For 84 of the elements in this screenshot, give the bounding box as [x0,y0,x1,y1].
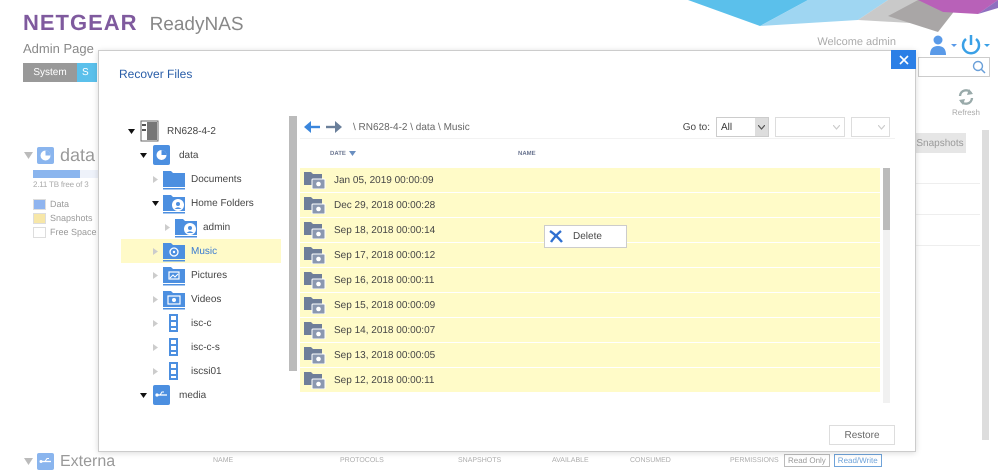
snapshot-row[interactable]: Sep 13, 2018 00:00:05 [300,343,880,368]
goto-dropdown[interactable]: All [716,117,769,137]
brand-logo: NETGEAR [23,10,138,36]
delete-menu-item[interactable]: Delete [545,230,602,243]
snapshot-folder-icon [304,246,326,264]
snapshot-row[interactable]: Jan 05, 2019 00:00:09 [300,168,880,193]
snapshot-folder-icon [304,296,326,314]
user-icon[interactable] [928,35,958,55]
legend-label: Snapshots [50,213,93,223]
tree-item[interactable]: isc-c-s [121,335,281,359]
tree-item[interactable]: admin [121,215,281,239]
snapshot-date: Sep 12, 2018 00:00:11 [334,374,434,386]
tree-item[interactable]: RN628-4-2 [121,119,281,143]
expander-icon[interactable] [128,128,135,134]
scrollbar[interactable] [982,130,989,440]
snapshot-row[interactable]: Sep 14, 2018 00:00:07 [300,318,880,343]
folder-icon [162,168,186,190]
tree-item[interactable]: Documents [121,167,281,191]
tree-item[interactable]: Music [121,239,281,263]
welcome-text: Welcome admin [817,36,896,48]
snapshot-row[interactable]: Sep 15, 2018 00:00:09 [300,293,880,318]
restore-button[interactable]: Restore [829,425,895,445]
close-icon [898,54,908,64]
forward-arrow-icon[interactable] [326,121,342,133]
snapshot-folder-icon [304,221,326,239]
close-button[interactable] [891,50,916,69]
back-arrow-icon[interactable] [304,121,320,133]
tree-item[interactable]: Videos [121,287,281,311]
legend-label: Data [50,199,70,209]
snapshot-row[interactable]: Sep 16, 2018 00:00:11 [300,268,880,293]
dropdown[interactable] [851,117,890,137]
snapshot-date: Sep 14, 2018 00:00:07 [334,324,436,336]
caret-icon [833,124,840,130]
picture-folder-icon [162,264,186,286]
power-icon[interactable] [960,34,990,56]
expander-icon[interactable] [152,200,159,206]
legend-label: Free Space [50,227,97,237]
snapshot-date: Sep 18, 2018 00:00:14 [334,224,436,236]
breadcrumb-path: \ RN628-4-2 \ data \ Music [353,122,470,132]
scrollbar[interactable] [883,168,890,403]
snapshot-date: Sep 13, 2018 00:00:05 [334,350,436,360]
product-name: ReadyNAS [150,14,244,36]
tree-item[interactable]: Home Folders [121,191,281,215]
dialog-title: Recover Files [119,67,192,81]
snapshot-folder-icon [304,171,326,189]
goto-label: Go to: [682,122,710,132]
refresh-icon[interactable] [956,88,975,106]
tree-item[interactable]: media [121,383,281,407]
user-folder-icon [162,192,186,214]
scrollbar[interactable] [289,116,297,371]
search-icon[interactable] [972,60,986,74]
usb-icon [37,453,54,470]
snapshot-folder-icon [304,196,326,214]
volume-icon [37,147,54,164]
capacity-text: 2.11 TB free of 3 [33,180,90,189]
snapshot-folder-icon [304,271,326,289]
tree-item[interactable]: isc-c [121,311,281,335]
snapshot-date: Sep 16, 2018 00:00:11 [334,274,434,286]
snapshot-row[interactable]: Sep 12, 2018 00:00:11 [300,368,880,393]
user-folder-icon [174,216,198,238]
snapshot-date: Sep 17, 2018 00:00:12 [334,250,436,260]
expander-icon[interactable] [140,392,147,398]
caret-icon [878,124,885,130]
snapshot-row[interactable]: Sep 17, 2018 00:00:12 [300,243,880,268]
music-folder-icon [162,240,186,262]
snapshot-folder-icon [304,371,326,389]
tree-item[interactable]: iscsi01 [121,359,281,383]
snapshot-date: Dec 29, 2018 00:00:28 [334,200,436,210]
snapshot-date: Sep 15, 2018 00:00:09 [334,300,436,310]
expander-icon[interactable] [140,152,147,158]
search-field[interactable] [918,57,990,77]
caret-icon [758,124,765,130]
page-subtitle: Admin Page [23,41,95,56]
volume-name: data [60,145,96,166]
tree-item[interactable]: data [121,143,281,167]
dropdown[interactable] [775,117,845,137]
snapshot-date: Jan 05, 2019 00:00:09 [334,174,434,186]
section-title: Externa [60,453,116,470]
tree-item[interactable]: Pictures [121,263,281,287]
snapshot-folder-icon [304,321,326,339]
video-folder-icon [162,288,186,310]
cross-icon [549,230,563,243]
snapshot-folder-icon [304,346,326,364]
snapshot-row[interactable]: Dec 29, 2018 00:00:28 [300,193,880,218]
